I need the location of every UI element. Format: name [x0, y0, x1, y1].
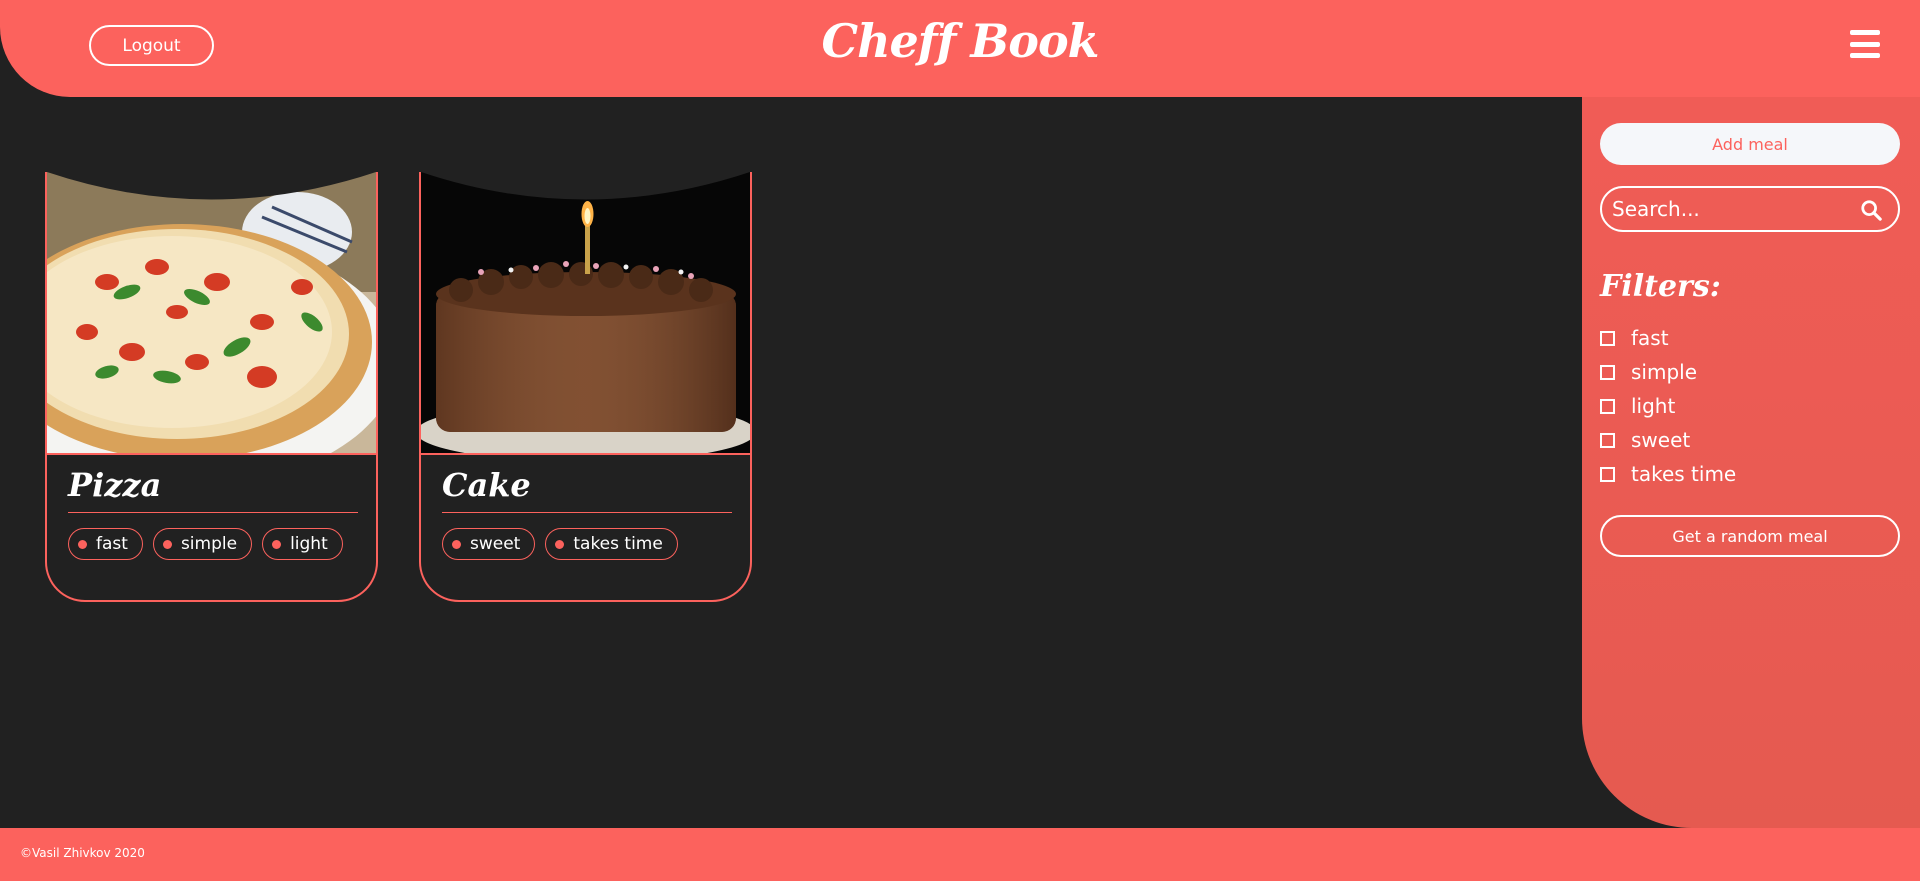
search-icon[interactable] — [1860, 199, 1882, 221]
filter-list: fast simple light sweet takes time — [1600, 321, 1736, 491]
tag-list: sweet takes time — [442, 528, 678, 560]
add-meal-button[interactable]: Add meal — [1600, 123, 1900, 165]
dot-icon — [162, 539, 172, 549]
filters-heading: Filters: — [1600, 269, 1721, 304]
filter-label: light — [1631, 394, 1676, 418]
meal-title[interactable]: Pizza — [68, 466, 161, 504]
filter-label: sweet — [1631, 428, 1691, 452]
meal-card-pizza[interactable]: Pizza fast simple light — [45, 172, 378, 602]
tag-badge: light — [262, 528, 343, 560]
tag-list: fast simple light — [68, 528, 343, 560]
filter-takes-time[interactable]: takes time — [1600, 457, 1736, 491]
tag-badge: sweet — [442, 528, 536, 560]
dot-icon — [272, 539, 282, 549]
dot-icon — [452, 539, 461, 549]
tag-badge: fast — [68, 528, 143, 560]
dot-icon — [78, 539, 87, 549]
search-input[interactable] — [1612, 194, 1852, 224]
tag-label: fast — [96, 534, 128, 554]
filter-label: fast — [1631, 326, 1669, 350]
meal-card-cake[interactable]: Cake sweet takes time — [419, 172, 752, 602]
footer: ©Vasil Zhivkov 2020 — [0, 828, 1920, 881]
tag-label: sweet — [470, 534, 521, 554]
filter-simple[interactable]: simple — [1600, 355, 1736, 389]
cake-image — [421, 172, 750, 453]
brand-logo[interactable]: Cheff Book — [0, 14, 1920, 68]
checkbox[interactable] — [1600, 398, 1615, 414]
meal-title[interactable]: Cake — [442, 466, 531, 504]
divider — [68, 512, 358, 513]
divider — [442, 512, 732, 513]
search-box — [1600, 186, 1900, 232]
tag-label: light — [290, 534, 328, 554]
tag-badge: simple — [152, 528, 253, 560]
copyright-text: ©Vasil Zhivkov 2020 — [20, 846, 145, 860]
checkbox[interactable] — [1600, 432, 1615, 448]
menu-bar — [1850, 53, 1880, 58]
tag-badge: takes time — [545, 528, 678, 560]
checkbox[interactable] — [1600, 466, 1615, 482]
filter-sweet[interactable]: sweet — [1600, 423, 1736, 457]
random-meal-button[interactable]: Get a random meal — [1600, 515, 1900, 557]
hamburger-menu-icon[interactable] — [1850, 30, 1880, 58]
sidebar: Add meal Filters: fast simple light swee… — [1582, 97, 1920, 828]
dot-icon — [555, 539, 565, 549]
pizza-image — [47, 172, 376, 453]
meal-image-cake[interactable] — [421, 172, 750, 455]
filter-label: simple — [1631, 360, 1698, 384]
filter-light[interactable]: light — [1600, 389, 1736, 423]
tag-label: simple — [180, 534, 238, 554]
menu-bar — [1850, 41, 1880, 47]
checkbox[interactable] — [1600, 330, 1615, 346]
filter-fast[interactable]: fast — [1600, 321, 1736, 355]
tag-label: takes time — [573, 534, 663, 554]
filter-label: takes time — [1631, 462, 1737, 486]
header: Logout Cheff Book — [0, 0, 1920, 97]
meal-image-pizza[interactable] — [47, 172, 376, 455]
checkbox[interactable] — [1600, 364, 1615, 380]
menu-bar — [1850, 30, 1880, 35]
